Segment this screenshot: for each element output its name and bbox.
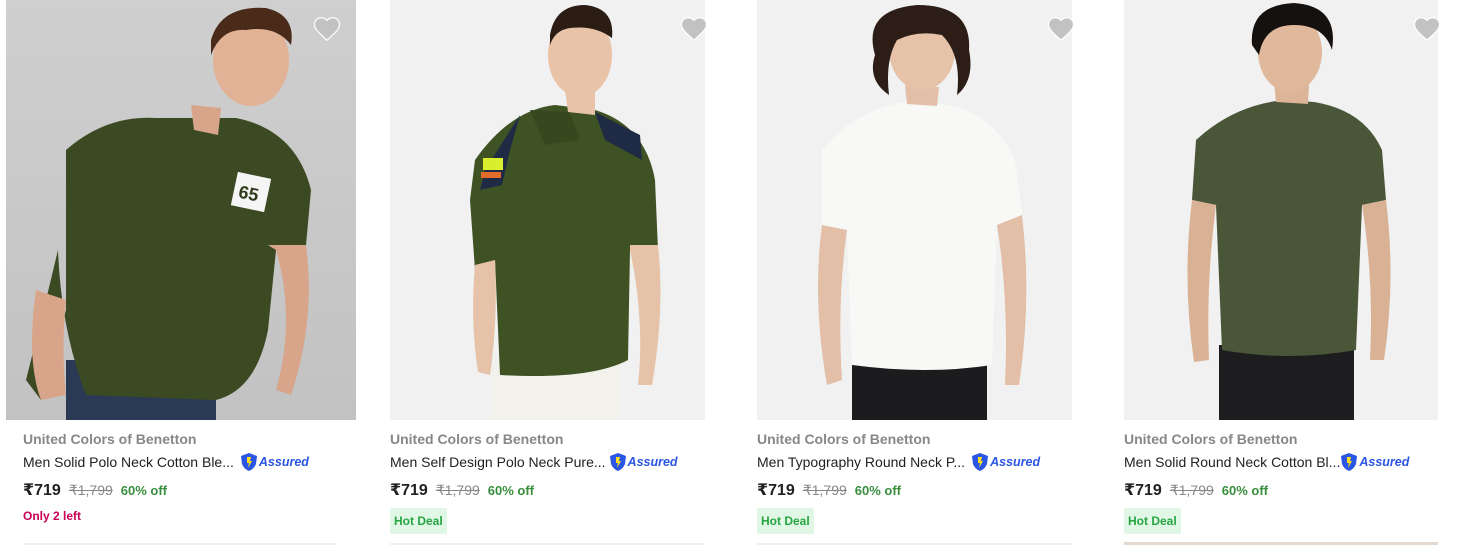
original-price: ₹1,799 [802,481,847,498]
wishlist-heart-icon[interactable] [1412,14,1442,44]
assured-badge: Assured [971,452,1040,472]
selling-price: ₹719 [1124,482,1162,499]
product-title[interactable]: Men Solid Polo Neck Cotton Ble... [23,452,234,472]
product-card[interactable]: United Colors of Benetton Men Typography… [757,0,1075,545]
product-brand[interactable]: United Colors of Benetton [757,430,1072,448]
hot-deal-badge: Hot Deal [390,508,447,534]
original-price: ₹1,799 [1169,481,1214,498]
assured-shield-icon [240,453,257,471]
product-title[interactable]: Men Solid Round Neck Cotton Bl... [1124,452,1340,472]
assured-label: Assured [1359,455,1410,469]
wishlist-heart-icon[interactable] [1046,14,1076,44]
assured-shield-icon [972,453,989,471]
model-in-green-polo-image [470,5,661,420]
selling-price: ₹719 [23,482,61,499]
assured-label: Assured [627,455,678,469]
product-card[interactable]: United Colors of Benetton Men Solid Roun… [1124,0,1441,545]
product-brand[interactable]: United Colors of Benetton [1124,430,1438,448]
product-image[interactable] [757,0,1072,420]
product-image[interactable] [390,0,705,420]
stock-status: Only 2 left [23,509,82,523]
discount-percent: 60% off [487,482,535,498]
wishlist-heart-icon[interactable] [312,14,342,44]
assured-badge: Assured [1340,452,1409,472]
product-card[interactable]: United Colors of Benetton Men Self Desig… [390,0,708,545]
product-brand[interactable]: United Colors of Benetton [390,430,705,448]
original-price: ₹1,799 [68,481,113,498]
product-card[interactable]: 65 United Colors of Benetton Men Solid P… [6,0,356,545]
assured-label: Assured [990,455,1041,469]
model-in-green-tee-image [1187,3,1391,420]
product-brand[interactable]: United Colors of Benetton [23,430,356,448]
product-title[interactable]: Men Typography Round Neck P... [757,452,965,472]
hot-deal-badge: Hot Deal [757,508,814,534]
product-image[interactable] [1124,0,1438,420]
assured-badge: Assured [609,452,678,472]
discount-percent: 60% off [854,482,902,498]
wishlist-heart-icon[interactable] [679,14,709,44]
discount-percent: 60% off [1221,482,1269,498]
svg-text:65: 65 [237,182,261,206]
assured-shield-icon [609,453,626,471]
original-price: ₹1,799 [435,481,480,498]
discount-percent: 60% off [120,482,168,498]
hot-deal-badge: Hot Deal [1124,508,1181,534]
product-title[interactable]: Men Self Design Polo Neck Pure... [390,452,606,472]
assured-shield-icon [1341,453,1358,471]
model-in-green-polo-image: 65 [26,7,311,420]
assured-badge: Assured [240,452,309,472]
selling-price: ₹719 [757,482,795,499]
assured-label: Assured [258,455,309,469]
product-image[interactable]: 65 [6,0,356,420]
selling-price: ₹719 [390,482,428,499]
model-in-white-tee-image [818,5,1027,420]
